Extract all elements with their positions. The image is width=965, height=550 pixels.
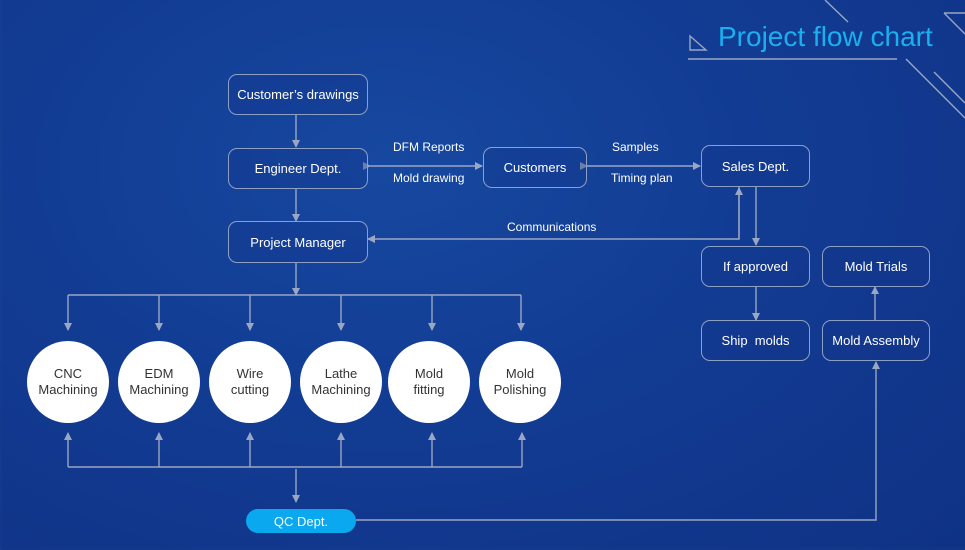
title-triangle-icon [690,36,706,50]
connectors [0,0,965,550]
process-label-line2: Machining [38,382,97,398]
node-customers-drawings[interactable]: Customer’s drawings [228,74,368,115]
process-label-line1: Lathe [325,366,358,382]
page-title: Project flow chart [718,21,933,53]
process-label-line1: Wire [237,366,264,382]
edge-label-dfm-reports: DFM Reports [393,140,464,154]
edge-label-mold-drawing: Mold drawing [393,171,464,185]
process-mold-fitting[interactable]: Mold fitting [388,341,470,423]
deco-line [906,59,965,118]
process-mold-polishing[interactable]: Mold Polishing [479,341,561,423]
process-label-line1: Mold [506,366,534,382]
deco-line [934,72,965,103]
process-label-line2: Polishing [494,382,547,398]
process-lathe-machining[interactable]: Lathe Machining [300,341,382,423]
process-label-line1: CNC [54,366,82,382]
node-qc-dept[interactable]: QC Dept. [246,509,356,533]
process-edm-machining[interactable]: EDM Machining [118,341,200,423]
process-label-line1: Mold [415,366,443,382]
process-wire-cutting[interactable]: Wire cutting [209,341,291,423]
process-cnc-machining[interactable]: CNC Machining [27,341,109,423]
process-label-line2: fitting [413,382,444,398]
node-sales-dept[interactable]: Sales Dept. [701,145,810,187]
node-engineer-dept[interactable]: Engineer Dept. [228,148,368,189]
node-customers[interactable]: Customers [483,147,587,188]
edge-label-communications: Communications [507,220,596,234]
process-label-line2: Machining [311,382,370,398]
process-qc-arrows [68,433,522,467]
node-mold-trials[interactable]: Mold Trials [822,246,930,287]
process-label-line2: cutting [231,382,269,398]
process-label-line2: Machining [129,382,188,398]
node-mold-assembly[interactable]: Mold Assembly [822,320,930,361]
node-if-approved[interactable]: If approved [701,246,810,287]
deco-line [825,0,848,22]
edge-label-samples: Samples [612,140,659,154]
deco-line [944,13,965,34]
node-project-manager[interactable]: Project Manager [228,221,368,263]
node-ship-molds[interactable]: Ship molds [701,320,810,361]
process-label-line1: EDM [145,366,174,382]
edge-label-timing-plan: Timing plan [611,171,673,185]
process-input-arrows [68,295,521,330]
